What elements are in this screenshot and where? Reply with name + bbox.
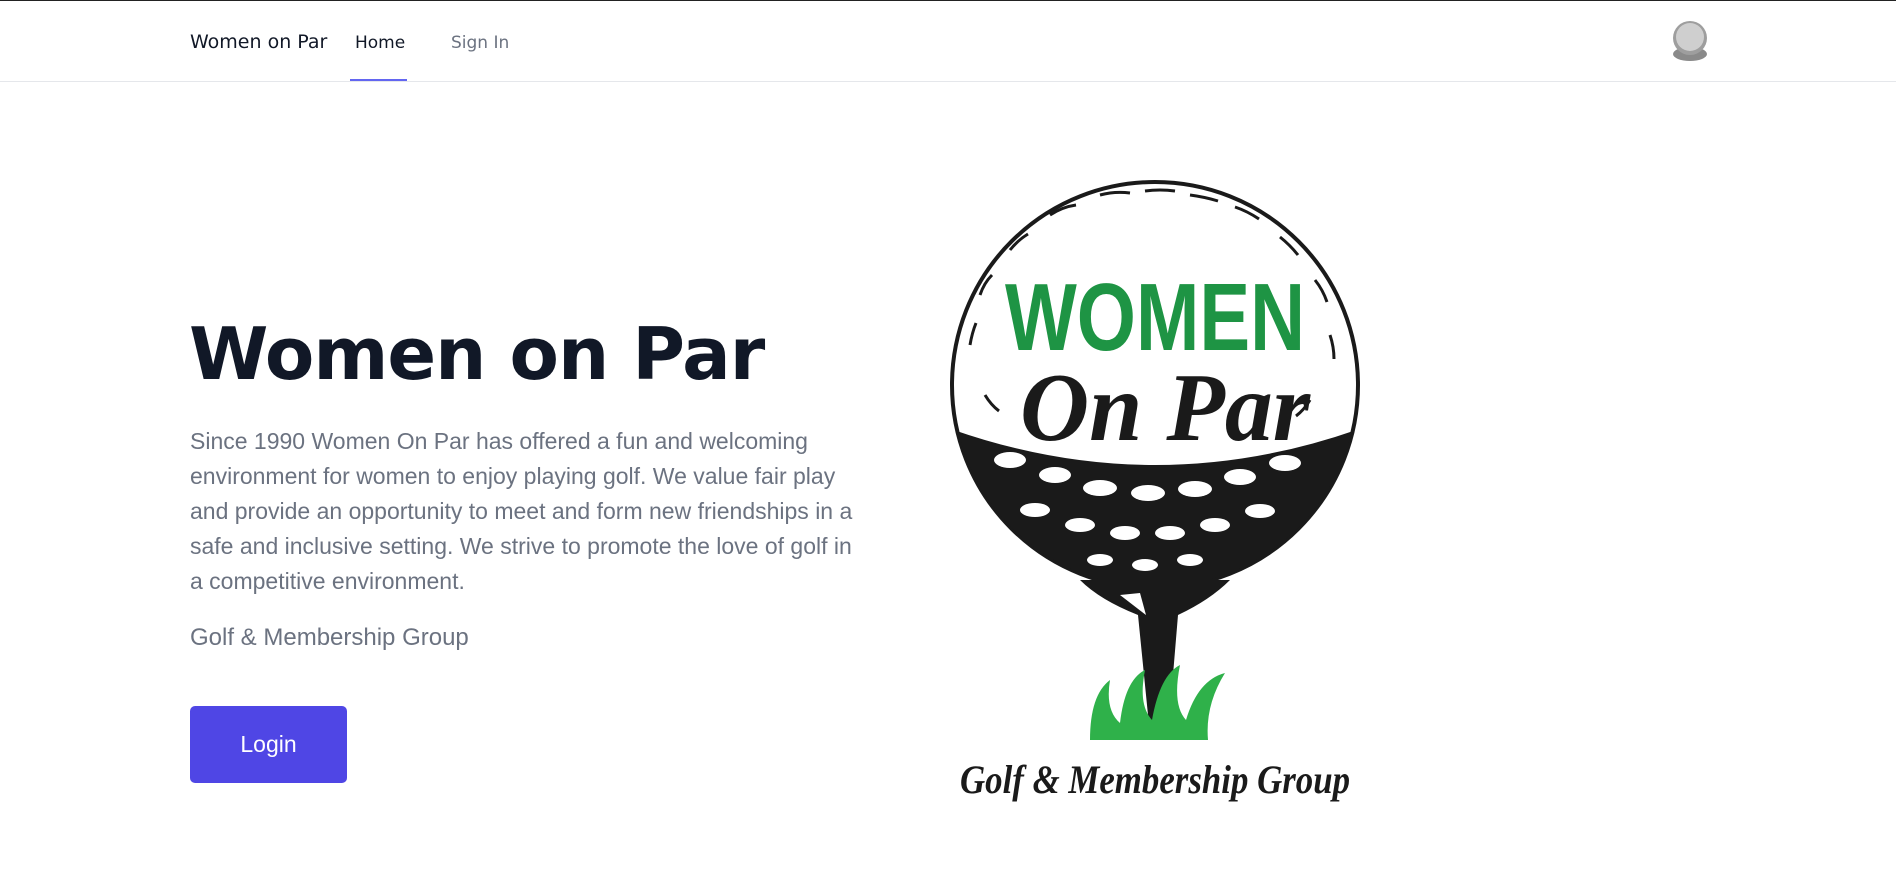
nav-signin-link[interactable]: Sign In [451, 33, 509, 53]
hero-subtitle: Golf & Membership Group [190, 624, 469, 651]
active-tab-indicator [350, 79, 407, 81]
hero-description: Since 1990 Women On Par has offered a fu… [190, 428, 853, 594]
top-navbar: Women on Par Home Sign In [0, 1, 1896, 82]
user-avatar-icon[interactable] [1671, 21, 1709, 61]
women-on-par-logo: WOMEN On Par Golf & Membership Group [950, 180, 1360, 802]
hero-title: Women on Par [189, 312, 765, 396]
logo-tagline: Golf & Membership Group [960, 757, 1350, 802]
login-button[interactable]: Login [190, 706, 347, 783]
brand-name[interactable]: Women on Par [190, 31, 327, 53]
logo-onpar-text: On Par [1020, 354, 1311, 462]
nav-home-link[interactable]: Home [355, 33, 405, 53]
